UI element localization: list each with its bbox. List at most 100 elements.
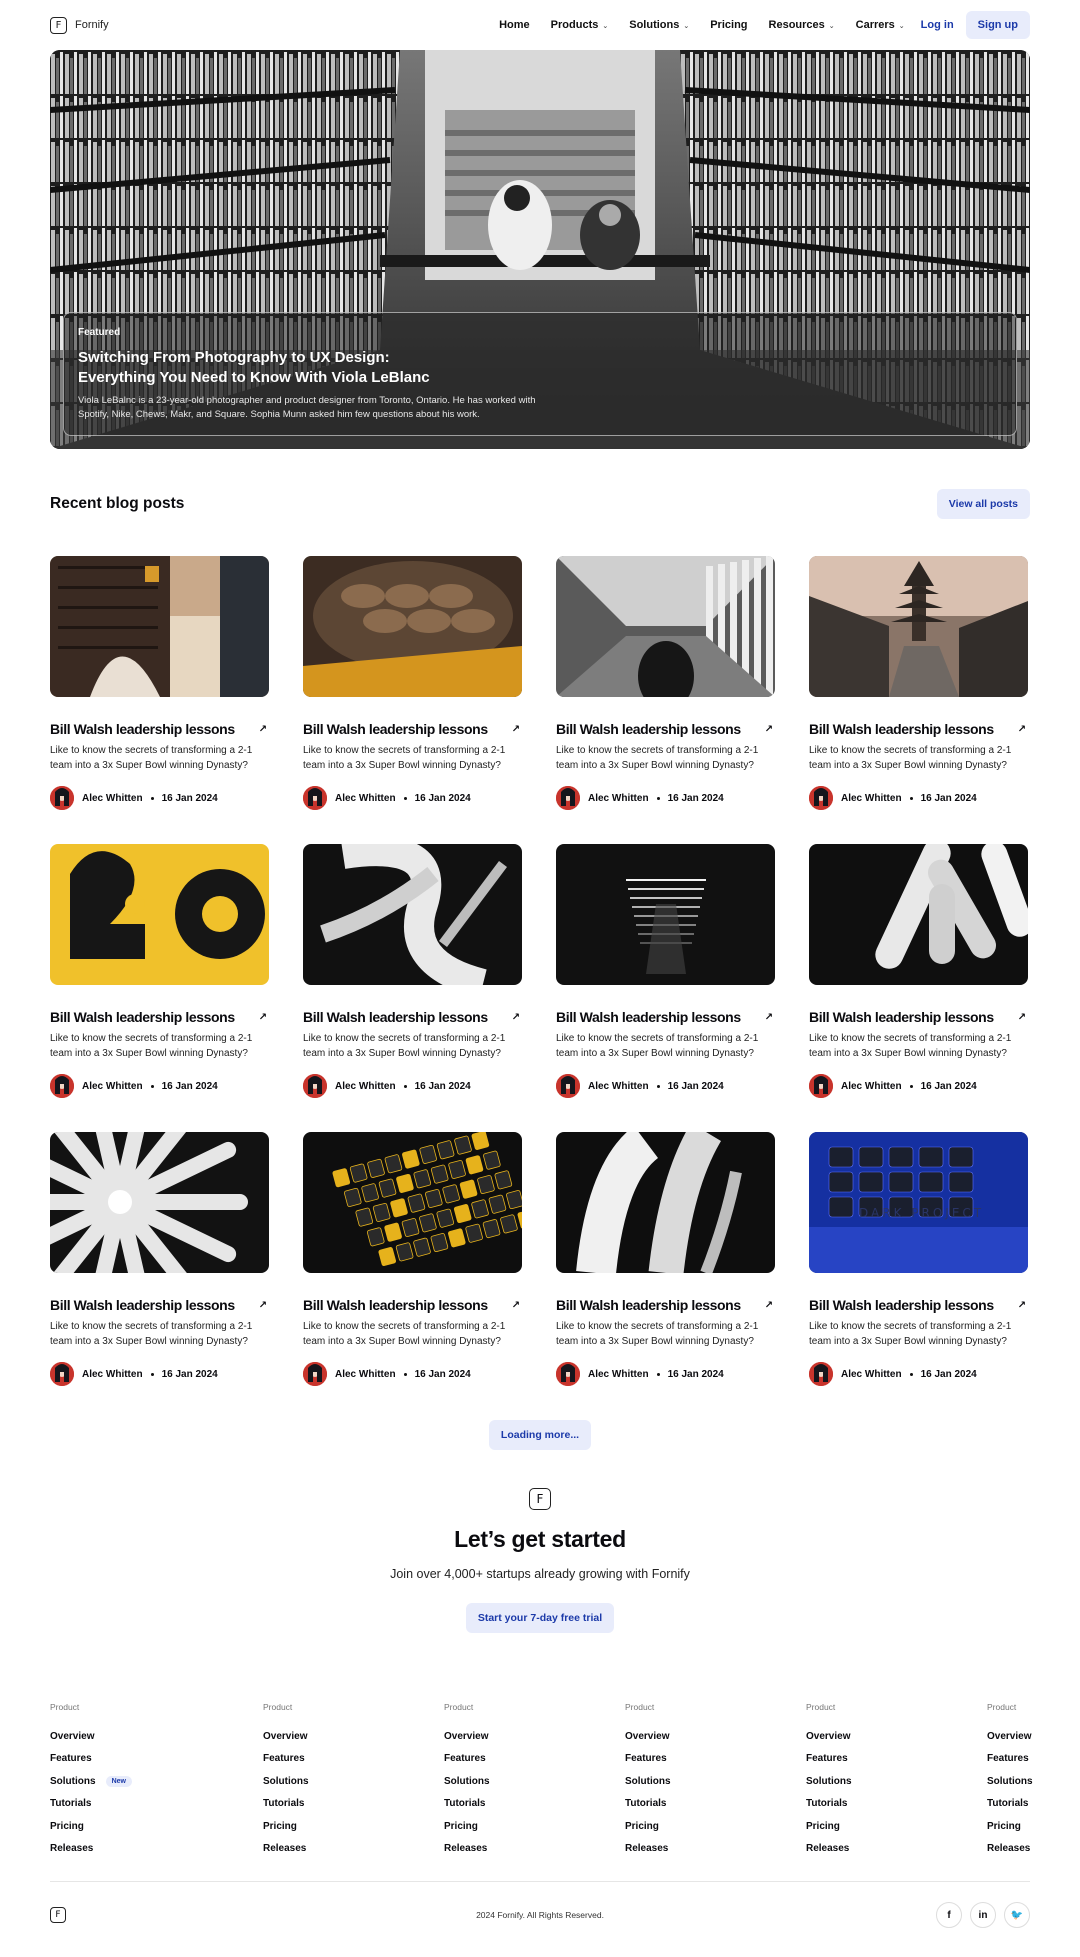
footer-link-overview[interactable]: Overview xyxy=(806,1725,852,1748)
footer-link-pricing[interactable]: Pricing xyxy=(50,1815,132,1838)
signup-button[interactable]: Sign up xyxy=(965,11,1030,39)
post-title[interactable]: Bill Walsh leadership lessons xyxy=(50,1009,235,1025)
arrow-up-right-icon[interactable]: ↗ xyxy=(1016,1012,1028,1023)
footer-link-releases[interactable]: Releases xyxy=(987,1838,1033,1861)
post-thumbnail-white-paint[interactable] xyxy=(556,1132,775,1273)
post-title[interactable]: Bill Walsh leadership lessons xyxy=(809,1009,994,1025)
arrow-up-right-icon[interactable]: ↗ xyxy=(257,724,269,735)
view-all-posts-button[interactable]: View all posts xyxy=(936,489,1030,519)
blog-card[interactable]: Bill Walsh leadership lessons ↗ Like to … xyxy=(50,1132,269,1420)
footer-link-overview[interactable]: Overview xyxy=(263,1725,309,1748)
footer-link-solutions[interactable]: Solutions xyxy=(625,1770,671,1793)
footer-link-features[interactable]: Features xyxy=(806,1748,852,1771)
footer-link-solutions[interactable]: Solutions New xyxy=(50,1770,132,1793)
logo-icon[interactable]: F xyxy=(50,1907,66,1923)
footer-link-solutions[interactable]: Solutions xyxy=(987,1770,1033,1793)
arrow-up-right-icon[interactable]: ↗ xyxy=(510,1012,522,1023)
arrow-up-right-icon[interactable]: ↗ xyxy=(510,724,522,735)
post-title[interactable]: Bill Walsh leadership lessons xyxy=(809,721,994,737)
nav-item-pricing[interactable]: Pricing xyxy=(710,19,747,31)
post-title[interactable]: Bill Walsh leadership lessons xyxy=(303,1009,488,1025)
footer-link-tutorials[interactable]: Tutorials xyxy=(625,1793,671,1816)
arrow-up-right-icon[interactable]: ↗ xyxy=(1016,1300,1028,1311)
footer-link-tutorials[interactable]: Tutorials xyxy=(987,1793,1033,1816)
brand[interactable]: F Fornify xyxy=(50,16,109,34)
arrow-up-right-icon[interactable]: ↗ xyxy=(763,1300,775,1311)
blog-card[interactable]: Bill Walsh leadership lessons ↗ Like to … xyxy=(303,844,522,1132)
footer-link-tutorials[interactable]: Tutorials xyxy=(444,1793,490,1816)
footer-link-features[interactable]: Features xyxy=(50,1748,132,1771)
login-link[interactable]: Log in xyxy=(921,19,954,31)
footer-link-pricing[interactable]: Pricing xyxy=(263,1815,309,1838)
footer-link-solutions[interactable]: Solutions xyxy=(444,1770,490,1793)
post-title[interactable]: Bill Walsh leadership lessons xyxy=(303,721,488,737)
blog-card[interactable]: Bill Walsh leadership lessons ↗ Like to … xyxy=(50,556,269,844)
post-thumbnail-rgb-keyboard[interactable]: DARK PROJECT xyxy=(809,1132,1028,1273)
post-title[interactable]: Bill Walsh leadership lessons xyxy=(809,1297,994,1313)
footer-link-tutorials[interactable]: Tutorials xyxy=(263,1793,309,1816)
post-thumbnail-building-street[interactable] xyxy=(50,556,269,697)
footer-link-features[interactable]: Features xyxy=(987,1748,1033,1771)
post-title[interactable]: Bill Walsh leadership lessons xyxy=(556,1009,741,1025)
footer-link-tutorials[interactable]: Tutorials xyxy=(806,1793,852,1816)
blog-card[interactable]: Bill Walsh leadership lessons ↗ Like to … xyxy=(556,844,775,1132)
blog-card[interactable]: Bill Walsh leadership lessons ↗ Like to … xyxy=(809,844,1028,1132)
nav-item-resources[interactable]: Resources ⌄ xyxy=(769,19,835,31)
post-title[interactable]: Bill Walsh leadership lessons xyxy=(50,1297,235,1313)
footer-link-pricing[interactable]: Pricing xyxy=(625,1815,671,1838)
post-thumbnail-light-tunnel[interactable] xyxy=(556,844,775,985)
facebook-icon[interactable]: f xyxy=(936,1902,962,1928)
load-more-button[interactable]: Loading more... xyxy=(488,1420,592,1450)
footer-link-features[interactable]: Features xyxy=(625,1748,671,1771)
footer-link-overview[interactable]: Overview xyxy=(987,1725,1033,1748)
footer-link-overview[interactable]: Overview xyxy=(625,1725,671,1748)
post-title[interactable]: Bill Walsh leadership lessons xyxy=(50,721,235,737)
footer-link-releases[interactable]: Releases xyxy=(806,1838,852,1861)
featured-hero[interactable]: Featured Switching From Photography to U… xyxy=(50,50,1030,449)
post-title[interactable]: Bill Walsh leadership lessons xyxy=(303,1297,488,1313)
blog-card[interactable]: Bill Walsh leadership lessons ↗ Like to … xyxy=(303,1132,522,1420)
footer-link-releases[interactable]: Releases xyxy=(444,1838,490,1861)
post-thumbnail-yellow-keyboard[interactable] xyxy=(303,1132,522,1273)
arrow-up-right-icon[interactable]: ↗ xyxy=(763,1012,775,1023)
nav-item-products[interactable]: Products ⌄ xyxy=(551,19,609,31)
post-thumbnail-brush-strokes[interactable] xyxy=(303,844,522,985)
featured-title[interactable]: Switching From Photography to UX Design:… xyxy=(78,348,458,388)
arrow-up-right-icon[interactable]: ↗ xyxy=(763,724,775,735)
nav-item-carrers[interactable]: Carrers ⌄ xyxy=(856,19,905,31)
footer-link-overview[interactable]: Overview xyxy=(444,1725,490,1748)
blog-card[interactable]: Bill Walsh leadership lessons ↗ Like to … xyxy=(556,1132,775,1420)
arrow-up-right-icon[interactable]: ↗ xyxy=(1016,724,1028,735)
footer-link-solutions[interactable]: Solutions xyxy=(806,1770,852,1793)
footer-link-releases[interactable]: Releases xyxy=(625,1838,671,1861)
footer-link-pricing[interactable]: Pricing xyxy=(444,1815,490,1838)
blog-card[interactable]: Bill Walsh leadership lessons ↗ Like to … xyxy=(303,556,522,844)
footer-link-features[interactable]: Features xyxy=(263,1748,309,1771)
linkedin-icon[interactable]: in xyxy=(970,1902,996,1928)
twitter-icon[interactable]: 🐦 xyxy=(1004,1902,1030,1928)
post-thumbnail-desert-rocks[interactable] xyxy=(303,556,522,697)
footer-link-pricing[interactable]: Pricing xyxy=(806,1815,852,1838)
footer-link-features[interactable]: Features xyxy=(444,1748,490,1771)
footer-link-releases[interactable]: Releases xyxy=(50,1838,132,1861)
arrow-up-right-icon[interactable]: ↗ xyxy=(257,1012,269,1023)
post-thumbnail-pagoda-street[interactable] xyxy=(809,556,1028,697)
arrow-up-right-icon[interactable]: ↗ xyxy=(257,1300,269,1311)
nav-item-home[interactable]: Home xyxy=(499,19,530,31)
free-trial-button[interactable]: Start your 7-day free trial xyxy=(465,1603,615,1633)
footer-link-pricing[interactable]: Pricing xyxy=(987,1815,1033,1838)
post-title[interactable]: Bill Walsh leadership lessons xyxy=(556,1297,741,1313)
arrow-up-right-icon[interactable]: ↗ xyxy=(510,1300,522,1311)
blog-card[interactable]: Bill Walsh leadership lessons ↗ Like to … xyxy=(556,556,775,844)
post-thumbnail-white-capsules[interactable] xyxy=(809,844,1028,985)
blog-card[interactable]: Bill Walsh leadership lessons ↗ Like to … xyxy=(809,556,1028,844)
footer-link-releases[interactable]: Releases xyxy=(263,1838,309,1861)
post-thumbnail-yellow-graphic[interactable] xyxy=(50,844,269,985)
footer-link-solutions[interactable]: Solutions xyxy=(263,1770,309,1793)
blog-card[interactable]: DARK PROJECT Bill Walsh leadership lesso… xyxy=(809,1132,1028,1420)
post-title[interactable]: Bill Walsh leadership lessons xyxy=(556,721,741,737)
post-thumbnail-colonnade[interactable] xyxy=(556,556,775,697)
footer-link-tutorials[interactable]: Tutorials xyxy=(50,1793,132,1816)
post-thumbnail-radial-shapes[interactable] xyxy=(50,1132,269,1273)
footer-link-overview[interactable]: Overview xyxy=(50,1725,132,1748)
